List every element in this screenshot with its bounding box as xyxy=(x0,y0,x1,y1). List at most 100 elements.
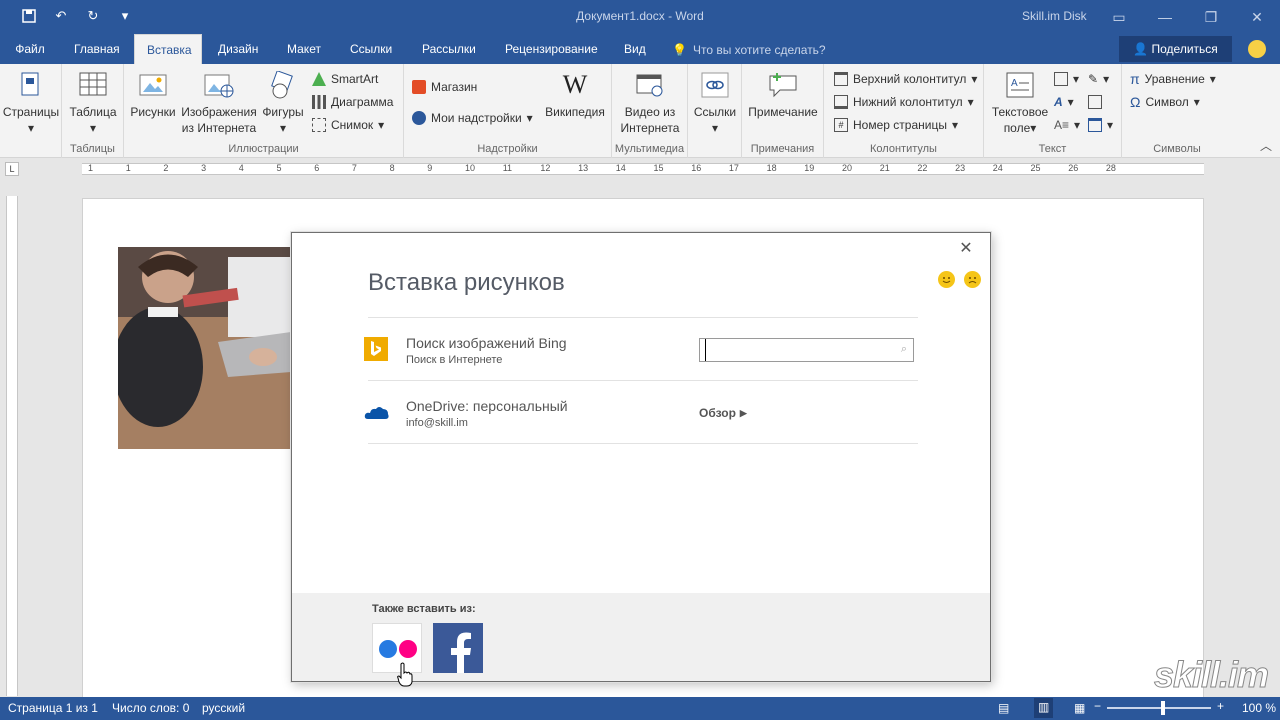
group-symbols: π Уравнение ▾ Ω Символ ▾ Символы ︿ xyxy=(1122,64,1280,158)
web-layout-icon[interactable]: ▦ xyxy=(1074,701,1085,715)
header-icon xyxy=(834,72,848,86)
store-button[interactable]: Магазин xyxy=(412,77,477,97)
page-number-button[interactable]: # Номер страницы ▾ xyxy=(834,115,958,135)
tab-mailings[interactable]: Рассылки xyxy=(410,34,488,64)
word-count[interactable]: Число слов: 0 xyxy=(112,701,189,715)
page-number-label: Номер страницы xyxy=(853,118,947,132)
smile-feedback-icon[interactable] xyxy=(938,271,955,288)
footer-button[interactable]: Нижний колонтитул ▾ xyxy=(834,92,974,112)
screenshot-button[interactable]: Снимок ▾ xyxy=(312,115,384,135)
date-time-button[interactable] xyxy=(1088,92,1102,112)
zoom-out-icon[interactable]: − xyxy=(1094,699,1101,713)
frown-feedback-icon[interactable] xyxy=(964,271,981,288)
online-video-button[interactable]: Видео из Интернета xyxy=(616,70,684,136)
zoom-in-icon[interactable]: + xyxy=(1217,699,1224,713)
feedback-smiley-icon[interactable] xyxy=(1248,40,1266,58)
signature-line-button[interactable]: ✎ ▾ xyxy=(1088,69,1109,89)
textbox-label-1: Текстовое xyxy=(991,105,1049,119)
svg-text:A: A xyxy=(1011,78,1018,89)
shapes-button[interactable]: Фигуры ▾ xyxy=(258,70,308,136)
zoom-slider-thumb[interactable] xyxy=(1161,701,1165,715)
comment-icon xyxy=(768,70,798,100)
hand-cursor-icon xyxy=(397,662,413,691)
dialog-title: Вставка рисунков xyxy=(368,269,565,296)
lightbulb-icon: 💡 xyxy=(672,43,687,57)
close-icon[interactable]: ✕ xyxy=(958,241,974,257)
smartart-button[interactable]: SmartArt xyxy=(312,69,378,89)
wikipedia-button[interactable]: W Википедия xyxy=(540,70,610,120)
ruler-tick-label: 25 xyxy=(1030,163,1041,173)
ruler-tick-label: 11 xyxy=(502,163,513,173)
tab-review[interactable]: Рецензирование xyxy=(493,34,610,64)
share-button[interactable]: 👤 Поделиться xyxy=(1119,36,1232,62)
collapse-ribbon-icon[interactable]: ︿ xyxy=(1260,137,1272,154)
links-button[interactable]: Ссылки ▾ xyxy=(692,70,738,136)
picture-icon xyxy=(138,70,168,100)
print-layout-icon[interactable]: ▥ xyxy=(1034,698,1054,718)
drop-cap-button[interactable]: A≡ ▾ xyxy=(1054,115,1080,135)
comment-button[interactable]: Примечание xyxy=(744,70,822,120)
store-label: Магазин xyxy=(431,80,478,94)
search-icon[interactable]: ⌕ xyxy=(901,343,907,356)
facebook-button[interactable] xyxy=(433,623,483,673)
my-addins-button[interactable]: Мои надстройки ▾ xyxy=(412,108,533,128)
tab-view[interactable]: Вид xyxy=(612,34,658,64)
zoom-level[interactable]: 100 % xyxy=(1242,701,1276,715)
close-window-icon[interactable]: ✕ xyxy=(1234,0,1280,34)
dropdown-icon: ▾ xyxy=(526,111,533,125)
online-pictures-button[interactable]: Изображения из Интернета xyxy=(180,70,258,136)
window-title: Документ1.docx - Word xyxy=(576,9,704,23)
language[interactable]: русский xyxy=(202,701,245,715)
tab-design[interactable]: Дизайн xyxy=(206,34,270,64)
minimize-icon[interactable]: — xyxy=(1142,0,1188,34)
ruler-tick-label: 2 xyxy=(163,163,169,173)
bing-title: Поиск изображений Bing xyxy=(406,335,567,351)
symbol-button[interactable]: Ω Символ ▾ xyxy=(1130,92,1200,112)
tab-references[interactable]: Ссылки xyxy=(338,34,404,64)
horizontal-ruler[interactable]: 1 1 2 3 4 5 6 7 8 9 10 11 12 13 14 15 16 17 18 19 20 21 22 23 24… xyxy=(82,163,1204,175)
ruler-tick-label: 20 xyxy=(842,163,853,173)
page-count[interactable]: Страница 1 из 1 xyxy=(8,701,98,715)
dropdown-icon: ▾ xyxy=(1103,72,1110,86)
tab-home[interactable]: Главная xyxy=(62,34,132,64)
equation-label: Уравнение xyxy=(1144,72,1205,86)
ribbon-display-options-icon[interactable]: ▭ xyxy=(1096,0,1142,34)
chart-button[interactable]: Диаграмма xyxy=(312,92,393,112)
textbox-button[interactable]: A Текстовое поле▾ xyxy=(986,70,1054,136)
tab-selector-icon[interactable]: L xyxy=(5,162,19,176)
equation-button[interactable]: π Уравнение ▾ xyxy=(1130,69,1216,89)
ruler-tick-label: 23 xyxy=(955,163,966,173)
tab-layout[interactable]: Макет xyxy=(275,34,333,64)
header-button[interactable]: Верхний колонтитул ▾ xyxy=(834,69,977,89)
bing-search-box[interactable]: ⌕ xyxy=(699,338,914,362)
watermark-logo: skill.im xyxy=(1153,654,1269,696)
status-bar: Страница 1 из 1 Число слов: 0 русский ▤ … xyxy=(0,697,1280,720)
comments-group-label: Примечания xyxy=(750,143,815,155)
table-button[interactable]: Таблица ▾ xyxy=(66,70,120,136)
read-mode-icon[interactable]: ▤ xyxy=(998,701,1009,715)
table-label: Таблица xyxy=(69,105,117,119)
zoom-slider[interactable] xyxy=(1107,707,1211,709)
shapes-label: Фигуры xyxy=(262,105,304,119)
restore-icon[interactable]: ❐ xyxy=(1188,0,1234,34)
table-icon xyxy=(78,70,108,100)
tell-me-box[interactable]: 💡 Что вы хотите сделать? xyxy=(672,43,826,57)
browse-link[interactable]: Обзор ▶ xyxy=(699,406,747,420)
tab-file[interactable]: Файл xyxy=(0,34,60,64)
wordart-icon: A xyxy=(1054,95,1063,109)
link-icon xyxy=(700,70,730,100)
pi-icon: π xyxy=(1130,71,1140,87)
document-photo[interactable] xyxy=(118,247,291,449)
drop-cap-icon: A≡ xyxy=(1054,118,1070,132)
bing-search-input[interactable] xyxy=(705,339,895,361)
also-insert-label: Также вставить из: xyxy=(372,603,476,615)
quick-parts-button[interactable]: ▾ xyxy=(1054,69,1079,89)
vertical-ruler[interactable] xyxy=(6,196,18,696)
tab-insert[interactable]: Вставка xyxy=(134,34,202,64)
pages-button[interactable]: Страницы ▾ xyxy=(2,70,60,136)
account-name[interactable]: Skill.im Disk xyxy=(1022,9,1087,23)
wordart-button[interactable]: A ▾ xyxy=(1054,92,1074,112)
addins-group-label: Надстройки xyxy=(477,143,538,155)
pictures-button[interactable]: Рисунки xyxy=(126,70,180,120)
object-button[interactable]: ▾ xyxy=(1088,115,1113,135)
